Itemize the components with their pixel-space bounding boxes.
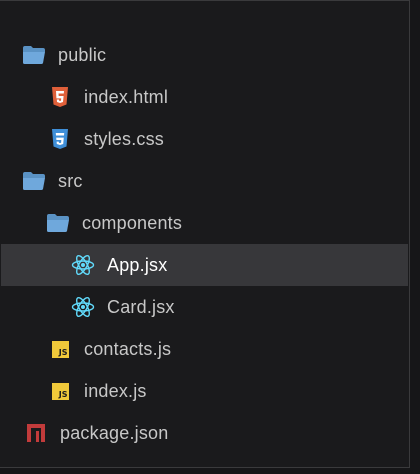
tree-item-styles-css[interactable]: styles.css <box>1 118 408 160</box>
tree-item-label: styles.css <box>84 128 165 149</box>
html5-icon <box>48 85 72 109</box>
folder-open-icon <box>22 43 46 67</box>
tree-item-label: src <box>58 170 83 191</box>
react-icon <box>71 295 95 319</box>
tree-item-label: index.html <box>84 86 169 107</box>
css3-icon <box>48 127 72 151</box>
tree-item-label: public <box>58 44 107 65</box>
tree-item-label: package.json <box>60 422 169 443</box>
tree-item-index-html[interactable]: index.html <box>1 76 408 118</box>
tree-item-src[interactable]: src <box>1 160 408 202</box>
npm-icon <box>24 421 48 445</box>
js-badge: JS <box>51 382 69 400</box>
tree-item-label: contacts.js <box>84 338 172 359</box>
folder-open-icon <box>22 169 46 193</box>
js-icon: JS <box>48 337 72 361</box>
tree-item-label: App.jsx <box>107 254 168 275</box>
react-icon <box>71 253 95 277</box>
js-badge: JS <box>51 340 69 358</box>
tree-item-label: components <box>82 212 183 233</box>
file-explorer-panel: public index.html styles.css src compone… <box>0 0 410 468</box>
tree-item-index-js[interactable]: JS index.js <box>1 370 408 412</box>
tree-item-components[interactable]: components <box>1 202 408 244</box>
tree-item-contacts-js[interactable]: JS contacts.js <box>1 328 408 370</box>
tree-item-app-jsx[interactable]: App.jsx <box>1 244 408 286</box>
js-icon: JS <box>48 379 72 403</box>
tree-item-label: Card.jsx <box>107 296 175 317</box>
tree-item-card-jsx[interactable]: Card.jsx <box>1 286 408 328</box>
tree-item-public[interactable]: public <box>1 34 408 76</box>
folder-open-icon <box>46 211 70 235</box>
tree-item-label: index.js <box>84 380 147 401</box>
tree-item-package-json[interactable]: package.json <box>1 412 408 454</box>
